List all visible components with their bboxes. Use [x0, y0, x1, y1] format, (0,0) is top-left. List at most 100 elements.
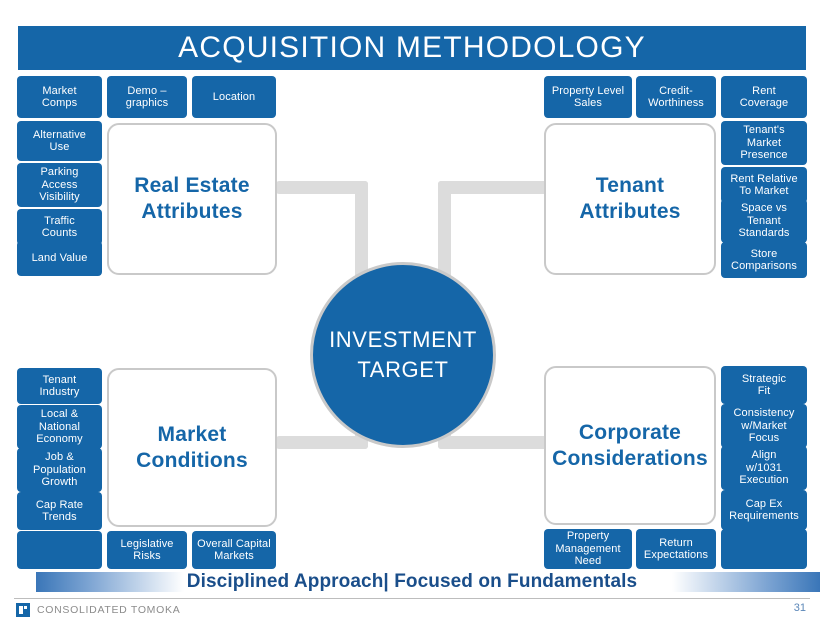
company-logo-icon	[16, 603, 30, 617]
chip-line-2: Management	[555, 542, 621, 555]
chip-line-3: Growth	[41, 476, 78, 489]
chip-market-side-1[interactable]: Tenant Industry	[17, 368, 102, 404]
chip-line-1: Return	[659, 536, 693, 549]
chip-line-3: Standards	[738, 227, 790, 240]
center-line-1: INVESTMENT	[329, 327, 477, 352]
chip-line-1: Alternative	[32, 128, 87, 141]
chip-line-2: Counts	[41, 227, 78, 239]
chip-line-3: Presence	[740, 149, 788, 162]
chip-line-3: Focus	[748, 432, 780, 445]
hub-real-estate-attributes[interactable]: Real Estate Attributes	[107, 123, 277, 275]
chip-line-1: Align	[751, 449, 777, 462]
chip-line-1: Location	[212, 90, 256, 103]
chip-market-bottom-1[interactable]	[17, 531, 102, 569]
hub-line-1: Market	[157, 422, 227, 446]
chip-line-2: Expectations	[643, 549, 709, 561]
chip-line-1: Strategic	[741, 372, 787, 385]
chip-market-side-3[interactable]: Job & Population Growth	[17, 448, 102, 492]
company-name: CONSOLIDATED TOMOKA	[37, 604, 181, 616]
chip-line-1: Legislative	[120, 537, 174, 550]
chip-tenant-top-3[interactable]: Rent Coverage	[721, 76, 807, 118]
chip-line-2: graphics	[125, 97, 169, 109]
chip-real-estate-side-2[interactable]: Parking Access Visibility	[17, 163, 102, 207]
chip-line-2: Markets	[214, 550, 254, 562]
chip-line-2: Comparisons	[731, 260, 797, 272]
chip-corporate-bottom-2[interactable]: Return Expectations	[636, 529, 716, 569]
chip-line-2: Requirements	[729, 510, 799, 522]
chip-line-1: Property	[566, 530, 610, 543]
hub-line-2: Considerations	[552, 446, 708, 470]
tagline: Disciplined Approach| Focused on Fundame…	[0, 569, 824, 595]
chip-line-1: Tenant	[42, 373, 77, 386]
chip-real-estate-side-3[interactable]: Traffic Counts	[17, 209, 102, 245]
footer-divider	[14, 598, 810, 599]
chip-line-2: Coverage	[739, 97, 789, 109]
chip-line-1: Local &	[40, 408, 79, 421]
chip-line-3: Economy	[36, 433, 83, 446]
chip-line-1: Overall Capital	[197, 537, 271, 550]
chip-line-2: To Market	[739, 185, 789, 197]
hub-line-1: Real Estate	[134, 174, 250, 197]
hub-corporate-considerations[interactable]: Corporate Considerations	[544, 366, 716, 525]
chip-tenant-side-3[interactable]: Space vs Tenant Standards	[721, 199, 807, 243]
chip-real-estate-top-1[interactable]: Market Comps	[17, 76, 102, 118]
slide-canvas: ACQUISITION METHODOLOGY Market Comps Dem…	[0, 0, 824, 637]
chip-line-2: National	[38, 420, 81, 433]
chip-line-2: Trends	[42, 511, 77, 523]
chip-line-3: Execution	[739, 474, 789, 487]
chip-market-bottom-3[interactable]: Overall Capital Markets	[192, 531, 276, 569]
chip-corporate-side-3[interactable]: Align w/1031 Execution	[721, 446, 807, 490]
chip-line-1: Traffic	[44, 214, 75, 227]
chip-line-1: Market	[42, 84, 77, 97]
chip-line-2: Use	[49, 141, 70, 153]
hub-line-2: Attributes	[579, 200, 681, 223]
chip-tenant-top-2[interactable]: Credit- Worthiness	[636, 76, 716, 118]
hub-market-conditions[interactable]: Market Conditions	[107, 368, 277, 527]
connector-corporate-to-center	[438, 436, 548, 449]
chip-corporate-bottom-3[interactable]	[721, 529, 807, 569]
chip-line-1: Store	[750, 247, 778, 260]
hub-tenant-attributes[interactable]: Tenant Attributes	[544, 123, 716, 275]
center-node-investment-target[interactable]: INVESTMENT TARGET	[310, 262, 496, 448]
chip-line-1: Parking	[40, 166, 79, 179]
chip-real-estate-side-1[interactable]: Alternative Use	[17, 121, 102, 161]
tagline-text: Disciplined Approach| Focused on Fundame…	[186, 571, 638, 592]
chip-real-estate-side-4[interactable]: Land Value	[17, 241, 102, 276]
chip-market-side-4[interactable]: Cap Rate Trends	[17, 492, 102, 530]
chip-corporate-side-4[interactable]: Cap Ex Requirements	[721, 490, 807, 530]
chip-corporate-bottom-1[interactable]: Property Management Need	[544, 529, 632, 569]
chip-line-1: Cap Rate	[35, 498, 84, 511]
chip-line-1: Credit-	[659, 84, 693, 97]
chip-line-1: Rent	[752, 84, 776, 97]
chip-line-1: Property Level	[551, 84, 625, 97]
footer-logo: CONSOLIDATED TOMOKA	[16, 603, 180, 617]
chip-tenant-side-2[interactable]: Rent Relative To Market	[721, 167, 807, 203]
chip-tenant-side-1[interactable]: Tenant's Market Presence	[721, 121, 807, 165]
chip-line-2: w/1031	[745, 461, 783, 474]
hub-line-2: Attributes	[141, 200, 243, 223]
chip-line-1: Tenant's	[743, 124, 785, 137]
chip-line-1: Rent Relative	[730, 172, 798, 185]
center-line-2: TARGET	[357, 357, 449, 382]
chip-line-1: Job &	[45, 451, 74, 464]
chip-line-3: Visibility	[39, 191, 80, 204]
chip-line-3: Need	[574, 555, 602, 568]
chip-corporate-side-2[interactable]: Consistency w/Market Focus	[721, 404, 807, 448]
chip-line-2: Comps	[41, 97, 78, 109]
connector-tenant-to-center	[438, 181, 548, 194]
chip-line-2: Worthiness	[648, 97, 704, 109]
chip-line-2: Risks	[133, 550, 161, 562]
chip-line-2: Population	[33, 463, 86, 476]
chip-line-1: Consistency	[733, 407, 795, 420]
hub-line-1: Corporate	[578, 420, 682, 444]
chip-line-2: Tenant	[747, 214, 781, 227]
chip-tenant-side-4[interactable]: Store Comparisons	[721, 242, 807, 278]
chip-market-side-2[interactable]: Local & National Economy	[17, 405, 102, 449]
chip-line-1: Demo –	[127, 84, 167, 97]
slide-title-bar: ACQUISITION METHODOLOGY	[18, 26, 806, 70]
chip-corporate-side-1[interactable]: Strategic Fit	[721, 366, 807, 404]
chip-real-estate-top-3[interactable]: Location	[192, 76, 276, 118]
chip-real-estate-top-2[interactable]: Demo – graphics	[107, 76, 187, 118]
chip-market-bottom-2[interactable]: Legislative Risks	[107, 531, 187, 569]
chip-tenant-top-1[interactable]: Property Level Sales	[544, 76, 632, 118]
